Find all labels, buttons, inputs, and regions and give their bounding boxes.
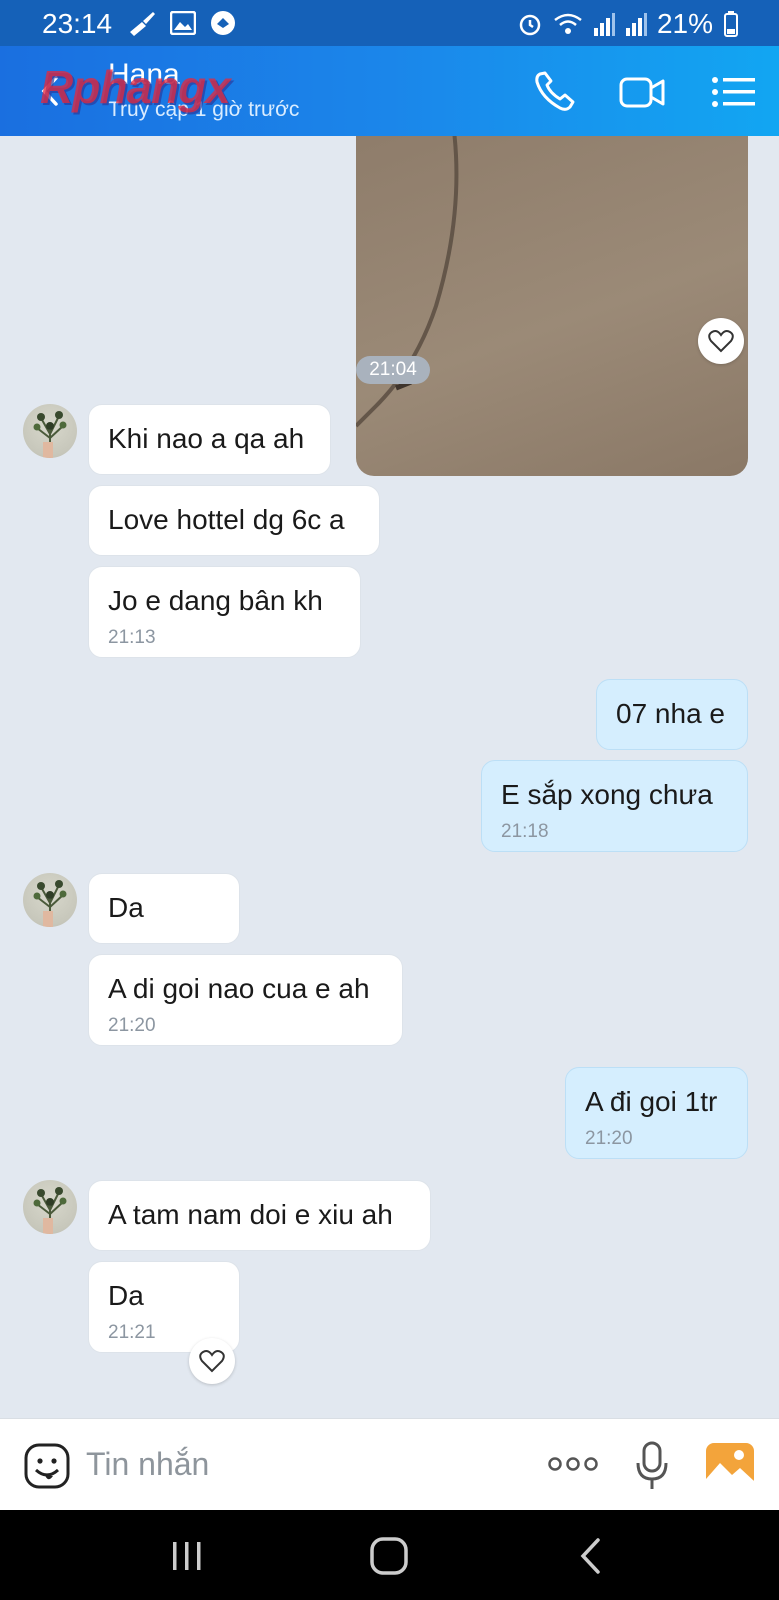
- message-time: 21:13: [108, 627, 156, 648]
- flower-bouquet-icon: [33, 880, 67, 927]
- call-button[interactable]: [530, 68, 578, 116]
- image-gallery-icon[interactable]: [706, 1443, 754, 1487]
- contact-avatar[interactable]: [23, 404, 77, 458]
- back-navigation-icon[interactable]: [570, 1534, 614, 1578]
- message-bubble-outgoing[interactable]: E sắp xong chưa 21:18: [481, 760, 748, 852]
- flower-bouquet-icon: [33, 1187, 67, 1234]
- signal-icon-1: [593, 13, 615, 36]
- message-text: E sắp xong chưa: [501, 779, 713, 810]
- chat-header: Hana Truy cập 1 giờ trước Rphangx: [0, 46, 779, 136]
- message-text: Love hottel dg 6c a: [108, 504, 345, 535]
- photo-timestamp: 21:04: [356, 356, 430, 384]
- message-bubble-incoming[interactable]: Love hottel dg 6c a: [88, 485, 380, 556]
- message-bubble-incoming[interactable]: A di goi nao cua e ah 21:20: [88, 954, 403, 1046]
- menu-list-button[interactable]: [710, 68, 758, 116]
- message-time: 21:18: [501, 821, 549, 842]
- photo-like-button[interactable]: [698, 318, 744, 364]
- message-text: Khi nao a qa ah: [108, 423, 305, 454]
- message-like-button[interactable]: [189, 1338, 235, 1384]
- message-time: 21:20: [108, 1015, 156, 1036]
- message-bubble-incoming[interactable]: Jo e dang bân kh 21:13: [88, 566, 361, 658]
- more-options-icon[interactable]: [548, 1449, 598, 1479]
- status-time: 23:14: [42, 8, 113, 39]
- home-icon[interactable]: [367, 1534, 411, 1578]
- photo-message[interactable]: [356, 136, 748, 476]
- gallery-notification-icon: [170, 11, 196, 35]
- message-text: Da: [108, 892, 144, 923]
- message-bubble-incoming[interactable]: Khi nao a qa ah: [88, 404, 331, 475]
- status-right-icons: 21%: [517, 8, 739, 40]
- battery-icon: [724, 11, 738, 37]
- contact-avatar[interactable]: [23, 1180, 77, 1234]
- photo-content: [356, 136, 459, 428]
- message-input[interactable]: [86, 1441, 506, 1487]
- message-text: Jo e dang bân kh: [108, 585, 323, 616]
- message-text: 07 nha e: [616, 698, 725, 729]
- microphone-icon[interactable]: [634, 1441, 670, 1491]
- message-bubble-incoming[interactable]: A tam nam doi e xiu ah: [88, 1180, 431, 1251]
- emoji-sticker-icon[interactable]: [24, 1443, 70, 1489]
- wifi-icon: [554, 13, 582, 34]
- status-left-icons: [128, 10, 236, 36]
- message-time: 21:20: [585, 1128, 633, 1149]
- system-navigation-bar: [0, 1510, 779, 1600]
- message-text: A tam nam doi e xiu ah: [108, 1199, 393, 1230]
- message-input-bar: [0, 1418, 779, 1510]
- heart-icon: [199, 1350, 225, 1373]
- chat-area[interactable]: 21:04 Khi nao a qa ah Love hottel dg 6c …: [0, 136, 779, 1418]
- watermark-logo: Rphangx: [40, 61, 231, 113]
- broom-icon: [130, 12, 155, 36]
- message-bubble-incoming[interactable]: Da: [88, 873, 240, 944]
- signal-icon-2: [625, 13, 647, 36]
- contact-avatar[interactable]: [23, 873, 77, 927]
- alarm-icon: [519, 14, 541, 36]
- flower-bouquet-icon: [33, 411, 67, 458]
- app-notification-icon: [211, 11, 235, 35]
- message-text: A di goi nao cua e ah: [108, 973, 370, 1004]
- message-text: A đi goi 1tr: [585, 1086, 718, 1117]
- message-bubble-outgoing[interactable]: 07 nha e: [596, 679, 748, 750]
- video-call-button[interactable]: [618, 68, 666, 116]
- message-bubble-outgoing[interactable]: A đi goi 1tr 21:20: [565, 1067, 748, 1159]
- heart-icon: [708, 330, 734, 353]
- message-text: Da: [108, 1280, 144, 1311]
- battery-percent: 21%: [656, 8, 713, 39]
- status-bar: 23:14 21%: [0, 0, 779, 46]
- recent-apps-icon[interactable]: [165, 1534, 209, 1578]
